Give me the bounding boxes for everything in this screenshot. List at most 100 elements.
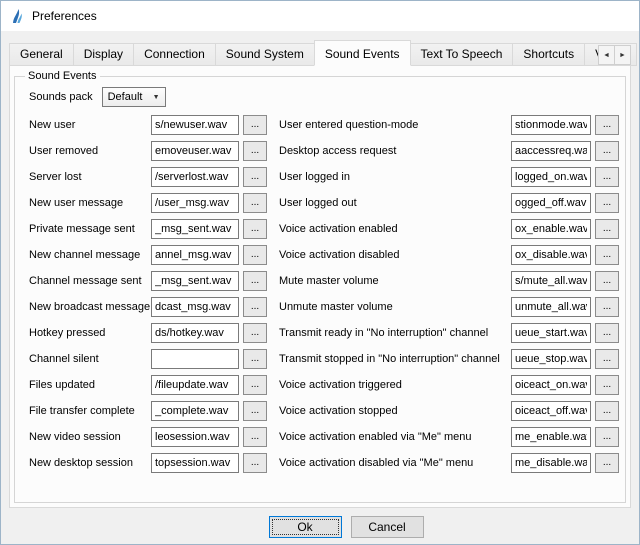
browse-button[interactable]: ... [595, 245, 619, 265]
sound-file-input[interactable] [151, 219, 239, 239]
browse-button[interactable]: ... [243, 453, 267, 473]
browse-button[interactable]: ... [595, 427, 619, 447]
sound-event-row: User entered question-mode... [279, 112, 619, 138]
tab-scroll-left-button[interactable]: ◄ [598, 45, 615, 65]
sound-file-input[interactable] [511, 401, 591, 421]
browse-button[interactable]: ... [595, 323, 619, 343]
sound-file-input[interactable] [151, 141, 239, 161]
cancel-button[interactable]: Cancel [351, 516, 424, 538]
sound-file-input[interactable] [151, 193, 239, 213]
sounds-pack-label: Sounds pack [29, 91, 93, 103]
sound-file-input[interactable] [151, 271, 239, 291]
sound-file-input[interactable] [151, 245, 239, 265]
browse-button[interactable]: ... [243, 115, 267, 135]
sound-events-left-column: New user...User removed...Server lost...… [29, 112, 267, 476]
browse-button[interactable]: ... [243, 401, 267, 421]
tab-general[interactable]: General [9, 43, 74, 66]
tab-bar: ◄ ► GeneralDisplayConnectionSound System… [9, 43, 631, 66]
sound-file-input[interactable] [511, 115, 591, 135]
tab-connection[interactable]: Connection [133, 43, 216, 66]
sound-event-row: Channel silent... [29, 346, 267, 372]
tab-text-to-speech[interactable]: Text To Speech [410, 43, 514, 66]
sound-file-input[interactable] [511, 375, 591, 395]
sound-event-label: Voice activation triggered [279, 379, 511, 391]
sounds-pack-select[interactable]: Default ▼ [102, 87, 166, 107]
arrow-left-icon: ◄ [603, 52, 610, 59]
sound-file-input[interactable] [151, 349, 239, 369]
tab-shortcuts[interactable]: Shortcuts [512, 43, 585, 66]
sound-file-input[interactable] [151, 427, 239, 447]
browse-button[interactable]: ... [243, 167, 267, 187]
sound-file-input[interactable] [511, 167, 591, 187]
browse-button[interactable]: ... [243, 375, 267, 395]
sound-event-row: Transmit stopped in "No interruption" ch… [279, 346, 619, 372]
browse-button[interactable]: ... [243, 219, 267, 239]
browse-button[interactable]: ... [243, 297, 267, 317]
sound-file-input[interactable] [511, 271, 591, 291]
sound-file-input[interactable] [151, 323, 239, 343]
arrow-right-icon: ► [619, 52, 626, 59]
browse-button[interactable]: ... [243, 349, 267, 369]
sound-file-input[interactable] [511, 323, 591, 343]
sound-file-input[interactable] [151, 297, 239, 317]
browse-button[interactable]: ... [243, 271, 267, 291]
sound-file-input[interactable] [151, 115, 239, 135]
sound-file-input[interactable] [511, 193, 591, 213]
browse-button[interactable]: ... [595, 219, 619, 239]
tab-pane: Sound Events Sounds pack Default ▼ New u… [9, 65, 631, 508]
browse-button[interactable]: ... [595, 375, 619, 395]
browse-button[interactable]: ... [595, 141, 619, 161]
sound-file-input[interactable] [511, 219, 591, 239]
titlebar[interactable]: Preferences [1, 1, 639, 31]
sound-event-row: Transmit ready in "No interruption" chan… [279, 320, 619, 346]
sound-file-input[interactable] [511, 349, 591, 369]
ok-button[interactable]: Ok [269, 516, 342, 538]
browse-button[interactable]: ... [595, 115, 619, 135]
sound-event-label: New video session [29, 431, 151, 443]
sound-event-row: Voice activation disabled... [279, 242, 619, 268]
sound-event-row: New user... [29, 112, 267, 138]
browse-button[interactable]: ... [595, 297, 619, 317]
browse-button[interactable]: ... [595, 271, 619, 291]
browse-button[interactable]: ... [243, 141, 267, 161]
sound-file-input[interactable] [511, 141, 591, 161]
sound-event-row: Desktop access request... [279, 138, 619, 164]
browse-button[interactable]: ... [243, 427, 267, 447]
sound-file-input[interactable] [151, 375, 239, 395]
browse-button[interactable]: ... [595, 167, 619, 187]
browse-button[interactable]: ... [595, 349, 619, 369]
browse-button[interactable]: ... [595, 453, 619, 473]
browse-button[interactable]: ... [595, 193, 619, 213]
sound-event-label: Transmit ready in "No interruption" chan… [279, 327, 511, 339]
tab-sound-events[interactable]: Sound Events [314, 40, 411, 66]
browse-button[interactable]: ... [595, 401, 619, 421]
sound-event-row: Voice activation enabled via "Me" menu..… [279, 424, 619, 450]
sound-file-input[interactable] [511, 453, 591, 473]
sound-event-row: Channel message sent... [29, 268, 267, 294]
sound-event-label: Voice activation disabled via "Me" menu [279, 457, 511, 469]
sound-event-label: Voice activation enabled via "Me" menu [279, 431, 511, 443]
sound-event-label: Channel message sent [29, 275, 151, 287]
sound-event-label: User logged in [279, 171, 511, 183]
preferences-window: Preferences ◄ ► GeneralDisplayConnection… [0, 0, 640, 545]
sound-file-input[interactable] [151, 453, 239, 473]
sound-event-row: Hotkey pressed... [29, 320, 267, 346]
sound-file-input[interactable] [151, 167, 239, 187]
sound-event-row: New video session... [29, 424, 267, 450]
sound-events-groupbox: Sound Events Sounds pack Default ▼ New u… [14, 70, 626, 503]
sound-event-row: User logged out... [279, 190, 619, 216]
tab-display[interactable]: Display [73, 43, 134, 66]
tab-sound-system[interactable]: Sound System [215, 43, 315, 66]
browse-button[interactable]: ... [243, 323, 267, 343]
sound-file-input[interactable] [511, 297, 591, 317]
tab-scroll-right-button[interactable]: ► [614, 45, 631, 65]
sound-event-label: Transmit stopped in "No interruption" ch… [279, 353, 511, 365]
browse-button[interactable]: ... [243, 245, 267, 265]
window-title: Preferences [32, 9, 97, 23]
sound-file-input[interactable] [151, 401, 239, 421]
groupbox-title: Sound Events [25, 70, 100, 82]
sound-event-row: Files updated... [29, 372, 267, 398]
browse-button[interactable]: ... [243, 193, 267, 213]
sound-file-input[interactable] [511, 245, 591, 265]
sound-file-input[interactable] [511, 427, 591, 447]
